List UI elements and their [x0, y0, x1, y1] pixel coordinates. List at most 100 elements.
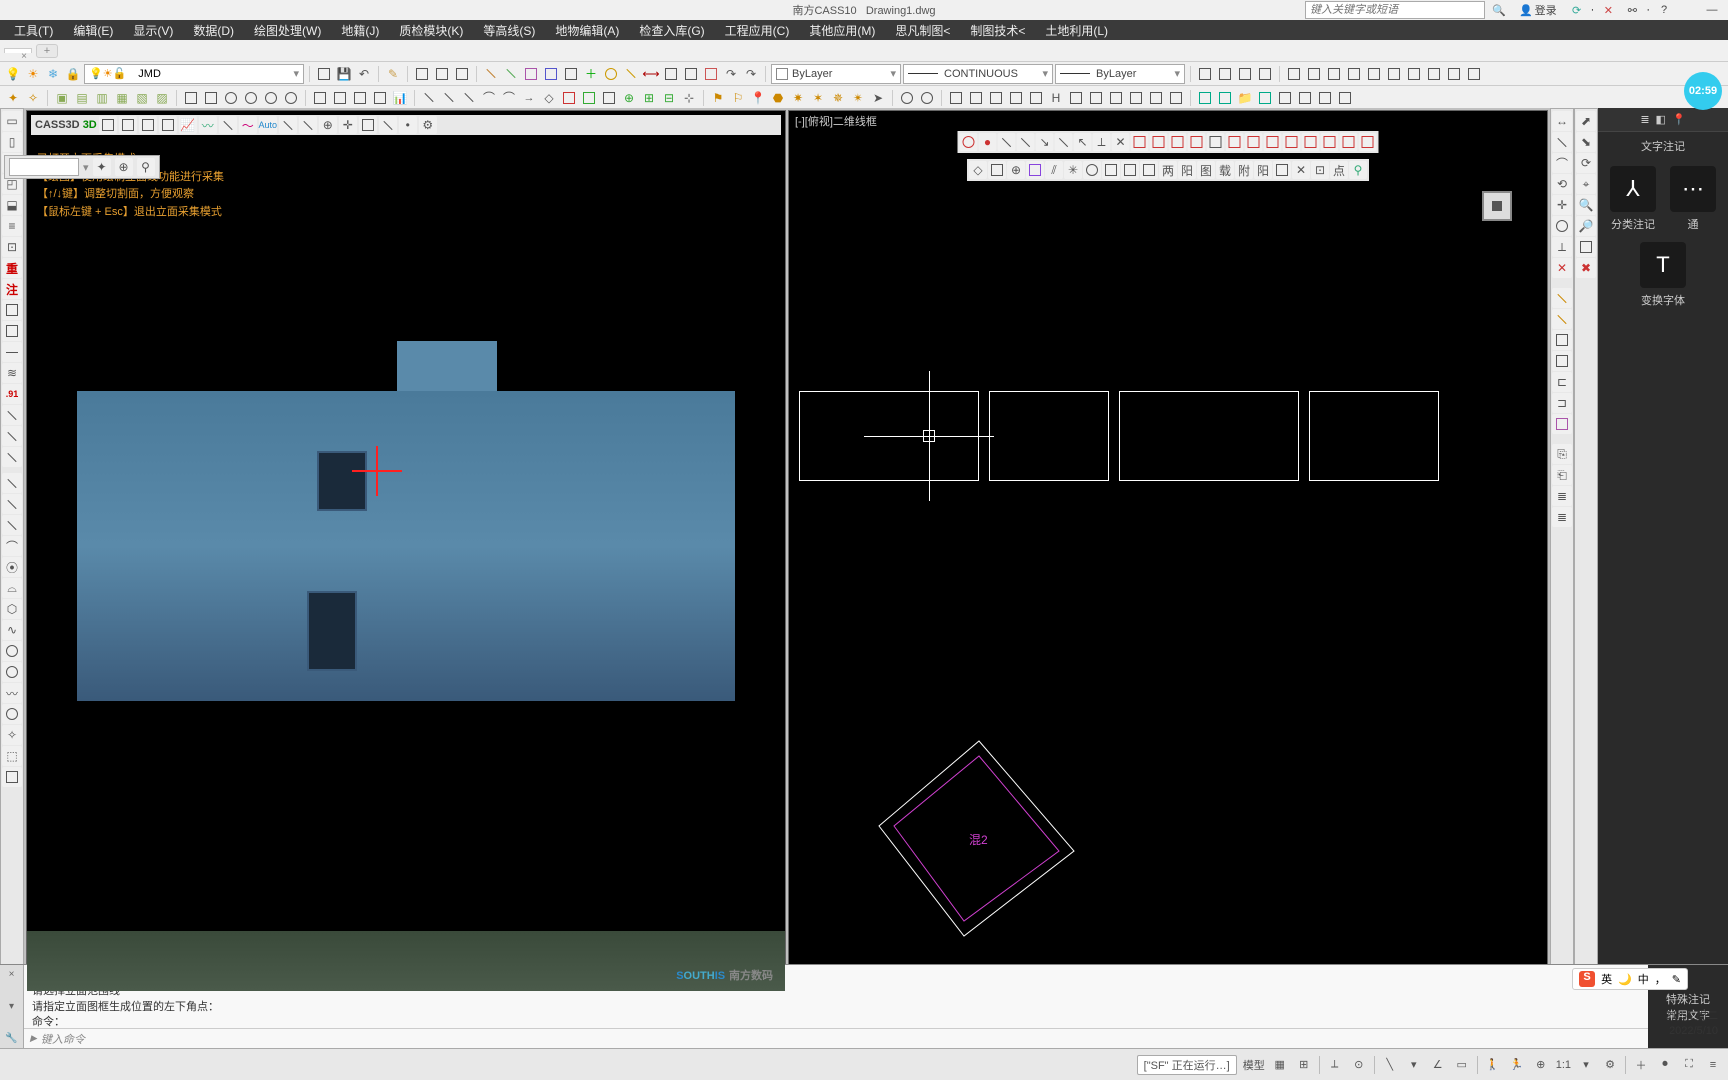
- anno-font-button[interactable]: T 变换字体: [1604, 242, 1722, 308]
- node-4-icon[interactable]: ▦: [113, 89, 131, 107]
- rpa-5-icon[interactable]: ✛: [1552, 195, 1572, 215]
- node-2-icon[interactable]: ▤: [73, 89, 91, 107]
- seg-3-icon[interactable]: [460, 89, 478, 107]
- cen-3-icon[interactable]: ⊟: [660, 89, 678, 107]
- v2a-7-icon[interactable]: ⟂: [1093, 133, 1111, 151]
- zoom-in-icon[interactable]: 🔍: [1576, 195, 1596, 215]
- search-input[interactable]: [1305, 1, 1485, 19]
- v2a-4-icon[interactable]: [1017, 133, 1035, 151]
- copy-icon[interactable]: [453, 65, 471, 83]
- sb-fly-icon[interactable]: ⊕: [1532, 1056, 1550, 1074]
- sb-ortho-icon[interactable]: ⟂: [1326, 1056, 1344, 1074]
- node-3-icon[interactable]: ▥: [93, 89, 111, 107]
- donut-2-icon[interactable]: [918, 89, 936, 107]
- rpb-2-icon[interactable]: ⬊: [1576, 132, 1596, 152]
- v2a-16-icon[interactable]: [1264, 133, 1282, 151]
- vp-3-icon[interactable]: [1236, 65, 1254, 83]
- star-1-icon[interactable]: ✷: [789, 89, 807, 107]
- vpgrid-2-icon[interactable]: [1305, 65, 1323, 83]
- viewport-2d-label[interactable]: [-][俯视]二维线框: [795, 113, 877, 129]
- rpa-18-icon[interactable]: ≣: [1552, 486, 1572, 506]
- v2b-5-icon[interactable]: ⫽: [1045, 161, 1063, 179]
- menu-contour[interactable]: 等高线(S): [473, 20, 545, 41]
- hatch-icon[interactable]: [662, 65, 680, 83]
- v3-11-icon[interactable]: [299, 116, 317, 134]
- db-3-icon[interactable]: [1256, 89, 1274, 107]
- db-1-icon[interactable]: [1196, 89, 1214, 107]
- lp1-23-icon[interactable]: ∿: [2, 620, 22, 640]
- coord-target-icon[interactable]: ⊕: [115, 158, 133, 176]
- vp-4-icon[interactable]: [1256, 65, 1274, 83]
- h-icon[interactable]: H: [1047, 89, 1065, 107]
- v2a-20-icon[interactable]: [1340, 133, 1358, 151]
- v2a-11-icon[interactable]: [1169, 133, 1187, 151]
- vpgrid-7-icon[interactable]: [1405, 65, 1423, 83]
- cmd-close-icon[interactable]: ×: [9, 969, 15, 980]
- note-label-icon[interactable]: 注: [2, 279, 22, 299]
- lightbulb-icon[interactable]: 💡: [4, 65, 22, 83]
- rpa-9-icon[interactable]: [1552, 288, 1572, 308]
- tpl-1-icon[interactable]: [947, 89, 965, 107]
- lp1-9-icon[interactable]: [2, 321, 22, 341]
- v2b-3-icon[interactable]: ⊕: [1007, 161, 1025, 179]
- rpb-1-icon[interactable]: ⬈: [1576, 111, 1596, 131]
- rpa-1-icon[interactable]: ↔: [1552, 111, 1572, 131]
- rpa-10-icon[interactable]: [1552, 309, 1572, 329]
- layer-selector[interactable]: 💡☀🔓 JMD ▾: [84, 64, 304, 84]
- tpl-6-icon[interactable]: [1067, 89, 1085, 107]
- circ-d-icon[interactable]: [282, 89, 300, 107]
- lp1-25-icon[interactable]: [2, 662, 22, 682]
- lp1-22-icon[interactable]: ⬡: [2, 599, 22, 619]
- circ-b-icon[interactable]: [242, 89, 260, 107]
- wrench-icon[interactable]: 🔧: [5, 1033, 17, 1044]
- list-icon[interactable]: ≣: [1640, 113, 1649, 126]
- v2b-1-icon[interactable]: ◇: [969, 161, 987, 179]
- linetype-selector[interactable]: CONTINUOUS: [903, 64, 1053, 84]
- sb-grid-icon[interactable]: ▦: [1271, 1056, 1289, 1074]
- v3-5-icon[interactable]: 📈: [179, 116, 197, 134]
- node-6-icon[interactable]: ▨: [153, 89, 171, 107]
- v2b-19-icon[interactable]: ⊡: [1311, 161, 1329, 179]
- lp1-24-icon[interactable]: [2, 641, 22, 661]
- grid-a-icon[interactable]: [182, 89, 200, 107]
- color-selector[interactable]: ByLayer: [771, 64, 901, 84]
- new-icon[interactable]: [315, 65, 333, 83]
- donut-1-icon[interactable]: [898, 89, 916, 107]
- rect-3-icon[interactable]: [600, 89, 618, 107]
- v3-14-icon[interactable]: [359, 116, 377, 134]
- lp1-11-icon[interactable]: ≋: [2, 363, 22, 383]
- rpa-11-icon[interactable]: [1552, 330, 1572, 350]
- vpgrid-6-icon[interactable]: [1385, 65, 1403, 83]
- rect-1-icon[interactable]: [560, 89, 578, 107]
- chevron-down-2-icon[interactable]: ▾: [1577, 1056, 1595, 1074]
- end-3-icon[interactable]: [1316, 89, 1334, 107]
- tpl-9-icon[interactable]: [1127, 89, 1145, 107]
- tpl-3-icon[interactable]: [987, 89, 1005, 107]
- redo-label-icon[interactable]: 重: [2, 258, 22, 278]
- v2a-6-icon[interactable]: [1055, 133, 1073, 151]
- menu-draw[interactable]: 绘图处理(W): [244, 20, 331, 41]
- v2b-13-icon[interactable]: 图: [1197, 161, 1215, 179]
- tpl-7-icon[interactable]: [1087, 89, 1105, 107]
- cen-2-icon[interactable]: ⊞: [640, 89, 658, 107]
- v2a-13-icon[interactable]: [1207, 133, 1225, 151]
- lp1-20-icon[interactable]: ⦿: [2, 557, 22, 577]
- tpl-10-icon[interactable]: [1147, 89, 1165, 107]
- rpa-7-icon[interactable]: ⟂: [1552, 237, 1572, 257]
- minimize-icon[interactable]: —: [1702, 1, 1722, 19]
- pin-2-icon[interactable]: ⬣: [769, 89, 787, 107]
- v2a-19-icon[interactable]: [1321, 133, 1339, 151]
- menu-qc[interactable]: 质检模块(K): [389, 20, 473, 41]
- table-icon[interactable]: [702, 65, 720, 83]
- v2b-4-icon[interactable]: [1026, 161, 1044, 179]
- v2a-8-icon[interactable]: ✕: [1112, 133, 1130, 151]
- sb-layer-icon[interactable]: ▭: [1453, 1056, 1471, 1074]
- grid-plus-icon[interactable]: ⊹: [680, 89, 698, 107]
- v2a-18-icon[interactable]: [1302, 133, 1320, 151]
- anno-category-button[interactable]: ⅄ 分类注记: [1608, 166, 1658, 232]
- lp1-5-icon[interactable]: ⬓: [2, 195, 22, 215]
- v2b-8-icon[interactable]: [1102, 161, 1120, 179]
- v3-16-icon[interactable]: •: [399, 116, 417, 134]
- lock-icon[interactable]: 🔒: [64, 65, 82, 83]
- menu-cadastre[interactable]: 地籍(J): [331, 20, 389, 41]
